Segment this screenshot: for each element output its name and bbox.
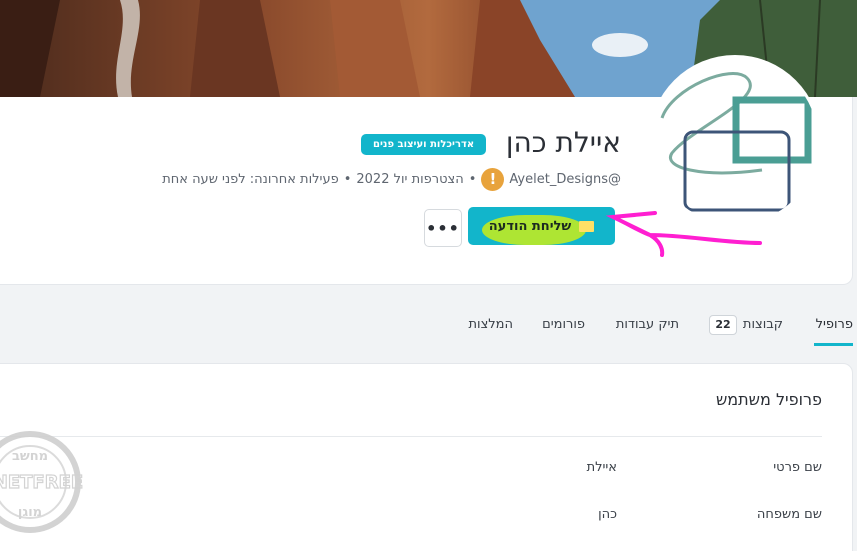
send-message-label: שליחת הודעה xyxy=(488,218,572,234)
meta-separator: • xyxy=(468,171,477,187)
divider xyxy=(0,436,822,437)
joined-date: הצטרפות יול 2022 xyxy=(356,171,464,187)
rank-icon[interactable]: ! xyxy=(481,167,505,191)
username[interactable]: @Ayelet_Designs xyxy=(509,172,621,187)
send-message-button[interactable]: שליחת הודעה xyxy=(468,207,615,245)
profile-page: איילת כהן אדריכלות ועיצוב פנים @Ayelet_D… xyxy=(0,0,857,551)
tab-groups[interactable]: קבוצות xyxy=(743,317,783,332)
profile-meta: @Ayelet_Designs ! • הצטרפות יול 2022 • פ… xyxy=(162,167,621,191)
role-badge[interactable]: אדריכלות ועיצוב פנים xyxy=(361,134,487,155)
last-activity: פעילות אחרונה: לפני שעה אחת xyxy=(162,171,339,187)
field-value-first-name: איילת xyxy=(586,460,617,475)
field-label-last-name: שם משפחה xyxy=(756,507,822,522)
field-value-last-name: כהן xyxy=(598,507,617,522)
more-options-button[interactable]: ••• xyxy=(424,209,462,247)
tab-profile[interactable]: פרופיל xyxy=(816,317,853,332)
tab-forums[interactable]: פורומים xyxy=(542,317,585,332)
section-title: פרופיל משתמש xyxy=(715,390,822,409)
tab-portfolio[interactable]: תיק עבודות xyxy=(616,317,679,332)
field-label-first-name: שם פרטי xyxy=(773,460,822,475)
profile-name: איילת כהן xyxy=(505,126,621,159)
meta-separator: • xyxy=(343,171,352,187)
active-tab-indicator xyxy=(814,343,853,346)
tab-recommendations[interactable]: המלצות xyxy=(468,317,513,332)
envelope-icon xyxy=(579,220,595,232)
groups-count-badge: 22 xyxy=(709,315,737,335)
avatar[interactable] xyxy=(652,58,818,224)
